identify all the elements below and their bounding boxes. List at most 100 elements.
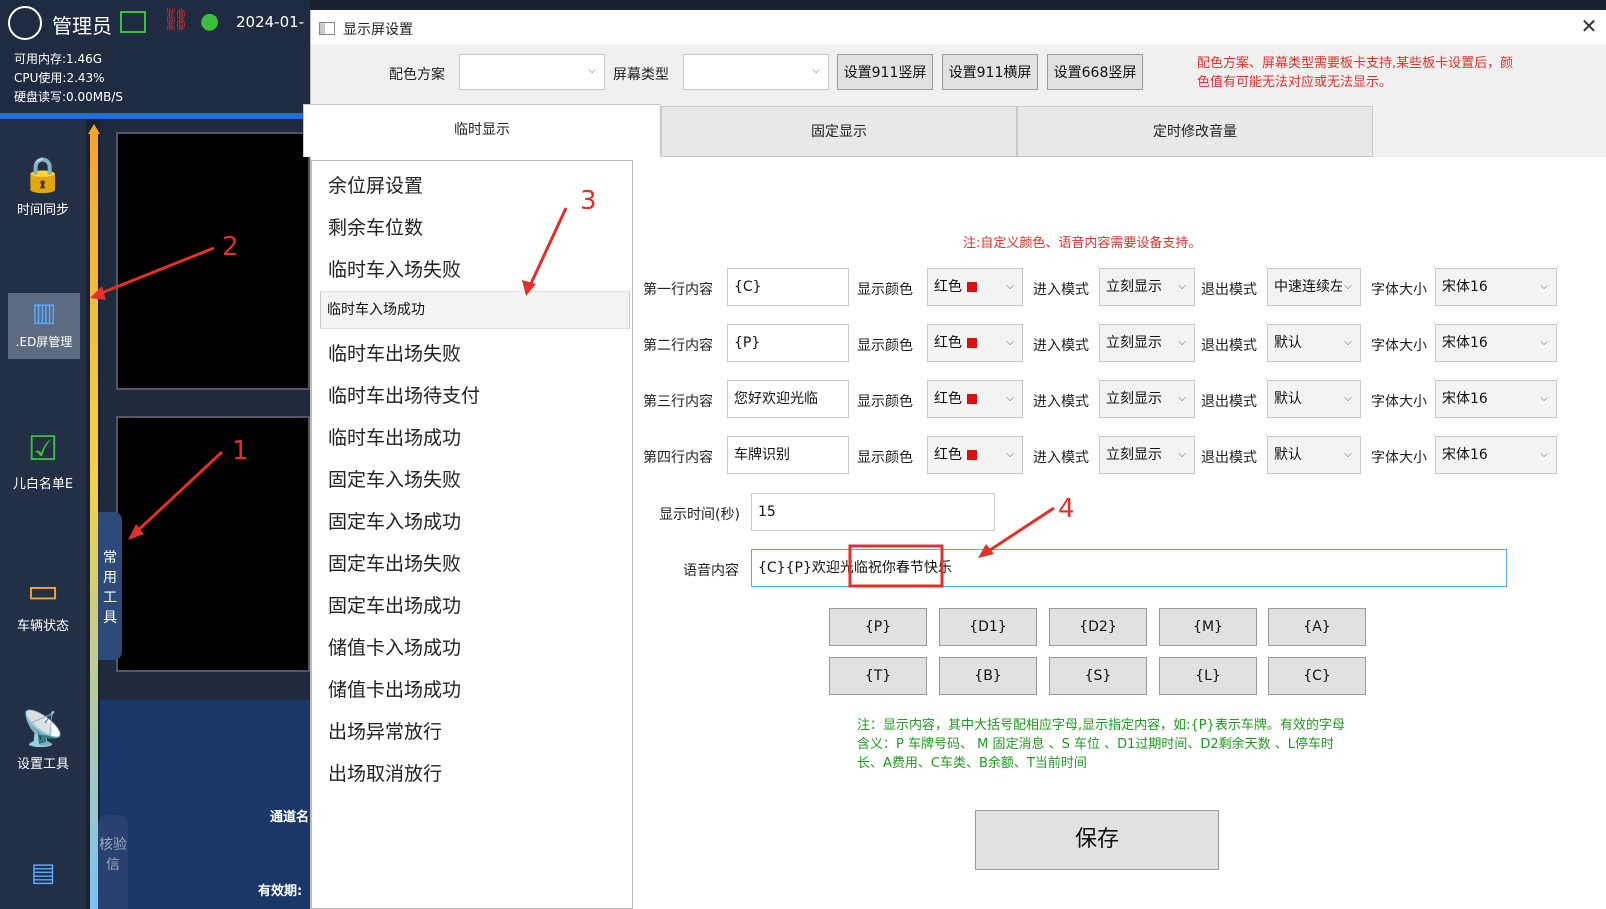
list-item[interactable]: 出场异常放行	[320, 711, 630, 753]
annotation-4: 4	[1058, 494, 1075, 524]
tools-tab[interactable]: 常用工具	[98, 512, 122, 660]
voice-input[interactable]: {C}{P}欢迎光临祝你春节快乐	[751, 549, 1507, 587]
network-icon[interactable]	[120, 11, 146, 33]
custom-note: 注:自定义颜色、语音内容需要设备支持。	[963, 236, 1202, 251]
code-button[interactable]: {A}	[1268, 608, 1366, 646]
sidebar-item-more[interactable]: ▤	[0, 853, 86, 897]
set-911-horizontal-button[interactable]: 设置911横屏	[942, 54, 1038, 90]
list-item[interactable]: 临时车出场成功	[320, 417, 630, 459]
line-content-input[interactable]: {P}	[727, 324, 849, 362]
list-item[interactable]: 临时车出场失败	[320, 333, 630, 375]
color-select[interactable]: 红色 ⌵	[927, 268, 1023, 306]
dialog-title: 显示屏设置	[343, 22, 413, 38]
exit-mode-select[interactable]: 默认 ⌵	[1267, 324, 1361, 362]
globe-icon[interactable]: ●	[200, 9, 219, 34]
exit-label: 退出模式	[1201, 394, 1257, 410]
code-button[interactable]: {C}	[1268, 657, 1366, 695]
sidebar-item-settings[interactable]: 📡 设置工具	[0, 709, 86, 772]
tab-volume[interactable]: 定时修改音量	[1017, 106, 1373, 157]
code-button[interactable]: {T}	[829, 657, 927, 695]
exit-label: 退出模式	[1201, 338, 1257, 354]
code-button[interactable]: {L}	[1159, 657, 1257, 695]
list-item-selected[interactable]: 临时车入场成功	[320, 291, 630, 329]
list-item[interactable]: 储值卡出场成功	[320, 669, 630, 711]
color-label: 显示颜色	[857, 282, 913, 298]
code-button[interactable]: {B}	[939, 657, 1037, 695]
sidebar-item-whitelist[interactable]: ☑ 儿白名单E	[0, 429, 86, 492]
sidebar-item-vehicle-status[interactable]: ▭ 车辆状态	[0, 571, 86, 634]
sidebar-item-label: 时间同步	[16, 203, 69, 218]
verify-tab[interactable]: 核验信	[98, 815, 128, 909]
tab-temporary[interactable]: 临时显示	[303, 104, 661, 157]
tab-bar: 临时显示 固定显示 定时修改音量	[303, 104, 1606, 157]
close-icon[interactable]: ✕	[1575, 14, 1603, 38]
enter-mode-select[interactable]: 立刻显示 ⌵	[1099, 268, 1195, 306]
link-broken-icon[interactable]: ⛓	[162, 8, 190, 33]
date-text: 2024-01-	[236, 13, 305, 31]
color-select[interactable]: 红色 ⌵	[927, 436, 1023, 474]
sidebar-item-led[interactable]: ▥ .ED屏管理	[8, 293, 80, 359]
cpu-stat: CPU使用:2.43%	[14, 71, 105, 85]
top-bar: 管理员 ⛓ ● 2024-01-	[0, 0, 310, 48]
sidebar-item-label: 设置工具	[16, 757, 69, 772]
enter-mode-select[interactable]: 立刻显示 ⌵	[1099, 380, 1195, 418]
color-select[interactable]: 红色 ⌵	[927, 324, 1023, 362]
code-button[interactable]: {P}	[829, 608, 927, 646]
camera-view-2	[116, 416, 310, 672]
list-item[interactable]: 固定车出场成功	[320, 585, 630, 627]
code-button[interactable]: {M}	[1159, 608, 1257, 646]
sidebar-item-time-sync[interactable]: 🔒 时间同步	[0, 155, 86, 218]
line-content-input[interactable]: {C}	[727, 268, 849, 306]
red-swatch	[967, 394, 977, 404]
chevron-down-icon: ⌵	[1342, 325, 1352, 361]
mem-stat: 可用内存:1.46G	[14, 52, 103, 66]
code-button[interactable]: {D2}	[1049, 608, 1147, 646]
annotation-3: 3	[580, 186, 597, 216]
font-size-select[interactable]: 宋体16 ⌵	[1435, 380, 1557, 418]
enter-mode-select[interactable]: 立刻显示 ⌵	[1099, 436, 1195, 474]
set-911-vertical-button[interactable]: 设置911竖屏	[837, 54, 933, 90]
list-item[interactable]: 临时车入场失败	[320, 249, 630, 291]
display-time-label: 显示时间(秒)	[659, 507, 740, 523]
tab-fixed[interactable]: 固定显示	[661, 106, 1017, 157]
font-label: 字体大小	[1371, 338, 1427, 354]
exit-mode-select[interactable]: 中速连续左 ⌵	[1267, 268, 1361, 306]
code-button[interactable]: {S}	[1049, 657, 1147, 695]
color-select[interactable]: 红色 ⌵	[927, 380, 1023, 418]
enter-mode-select[interactable]: 立刻显示 ⌵	[1099, 324, 1195, 362]
list-item[interactable]: 储值卡入场成功	[320, 627, 630, 669]
exit-mode-select[interactable]: 默认 ⌵	[1267, 380, 1361, 418]
sidebar-item-label: 车辆状态	[16, 619, 69, 634]
font-label: 字体大小	[1371, 394, 1427, 410]
font-size-select[interactable]: 宋体16 ⌵	[1435, 324, 1557, 362]
save-button[interactable]: 保存	[975, 810, 1219, 870]
list-item[interactable]: 固定车入场失败	[320, 459, 630, 501]
set-668-vertical-button[interactable]: 设置668竖屏	[1047, 54, 1143, 90]
chevron-down-icon: ⌵	[1178, 281, 1186, 292]
display-settings-dialog: 显示屏设置 ✕ 配色方案 ⌵ 屏幕类型 ⌵ 设置911竖屏 设置911横屏 设置…	[303, 10, 1606, 909]
led-panel-icon: ▥	[31, 298, 57, 328]
font-size-select[interactable]: 宋体16 ⌵	[1435, 436, 1557, 474]
code-button[interactable]: {D1}	[939, 608, 1037, 646]
event-list[interactable]: 余位屏设置 剩余车位数 临时车入场失败 临时车入场成功 临时车出场失败 临时车出…	[311, 160, 633, 909]
list-item[interactable]: 固定车入场成功	[320, 501, 630, 543]
exit-mode-select[interactable]: 默认 ⌵	[1267, 436, 1361, 474]
line-content-input[interactable]: 车牌识别	[727, 436, 849, 474]
list-item[interactable]: 出场取消放行	[320, 753, 630, 795]
font-size-select[interactable]: 宋体16 ⌵	[1435, 268, 1557, 306]
voice-label: 语音内容	[683, 563, 739, 579]
chevron-down-icon: ⌵	[1342, 381, 1352, 417]
list-item[interactable]: 临时车出场待支付	[320, 375, 630, 417]
chevron-down-icon: ⌵	[1342, 269, 1352, 305]
scheme-select[interactable]: ⌵	[459, 54, 605, 90]
display-time-input[interactable]: 15	[751, 493, 995, 531]
list-item[interactable]: 固定车出场失败	[320, 543, 630, 585]
enter-label: 进入模式	[1033, 450, 1089, 466]
line-content-input[interactable]: 您好欢迎光临	[727, 380, 849, 418]
red-swatch	[967, 450, 977, 460]
broadcast-icon: 📡	[21, 709, 65, 749]
chevron-down-icon: ⌵	[1540, 281, 1548, 292]
user-avatar-icon[interactable]	[8, 6, 42, 40]
sidebar: 🔒 时间同步 ▥ .ED屏管理 ☑ 儿白名单E ▭ 车辆状态 📡 设置工具 ▤	[0, 119, 86, 909]
screen-type-select[interactable]: ⌵	[683, 54, 829, 90]
